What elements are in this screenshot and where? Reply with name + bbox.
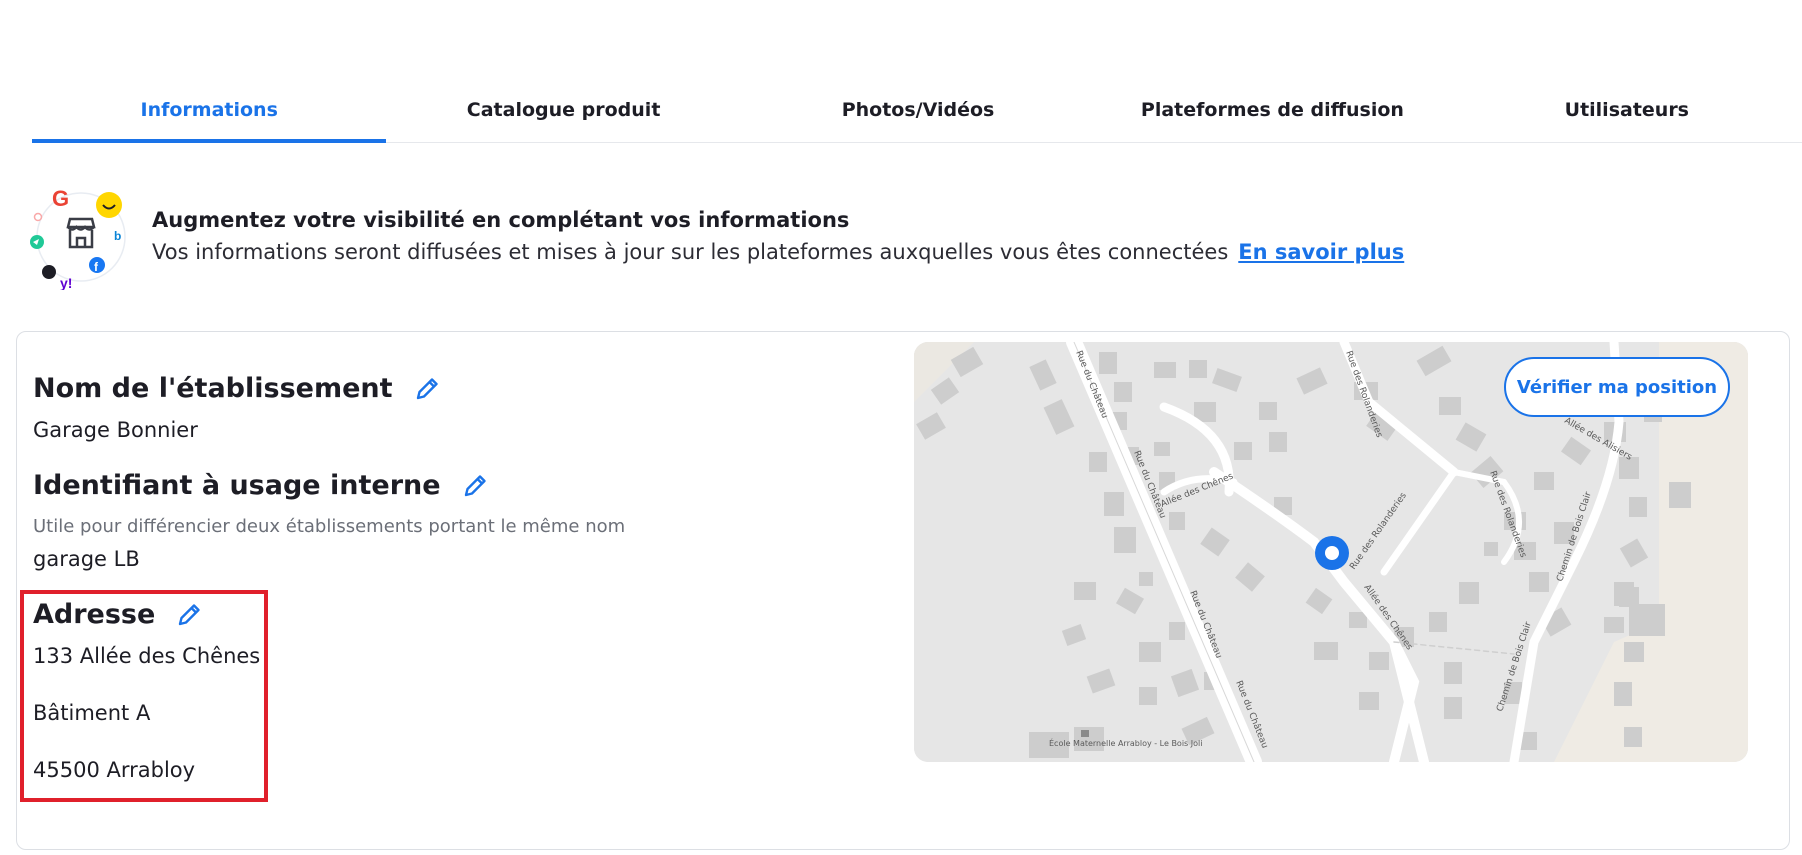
store-icon xyxy=(66,217,96,249)
banner-text: Vos informations seront diffusées et mis… xyxy=(152,240,1404,264)
name-title: Nom de l'établissement xyxy=(33,373,393,404)
tab-informations[interactable]: Informations xyxy=(32,78,387,143)
edit-pencil-icon[interactable] xyxy=(413,375,441,403)
tab-utilisateurs[interactable]: Utilisateurs xyxy=(1450,78,1802,142)
internal-id-title-row: Identifiant à usage interne xyxy=(33,470,489,501)
banner-description: Vos informations seront diffusées et mis… xyxy=(152,240,1229,264)
tab-catalogue-produit[interactable]: Catalogue produit xyxy=(386,78,740,142)
internal-id-help: Utile pour différencier deux établisseme… xyxy=(33,516,626,537)
internal-id-value: garage LB xyxy=(33,547,140,571)
visibility-banner: G y! f b Augmentez votre visibilité en c… xyxy=(30,184,1530,290)
svg-text:G: G xyxy=(52,186,69,211)
internal-id-title: Identifiant à usage interne xyxy=(33,470,441,501)
name-title-row: Nom de l'établissement xyxy=(33,373,441,404)
name-value: Garage Bonnier xyxy=(33,418,198,442)
platforms-logo-cluster: G y! f b xyxy=(30,186,126,290)
banner-title: Augmentez votre visibilité en complétant… xyxy=(152,208,850,232)
verify-position-button[interactable]: Vérifier ma position xyxy=(1504,357,1730,417)
map-label-ecole: École Maternelle Arrabloy - Le Bois Joli xyxy=(1049,737,1202,748)
edit-pencil-icon[interactable] xyxy=(461,472,489,500)
learn-more-link[interactable]: En savoir plus xyxy=(1238,240,1404,264)
tab-photos-videos[interactable]: Photos/Vidéos xyxy=(741,78,1095,142)
tab-plateformes-de-diffusion[interactable]: Plateformes de diffusion xyxy=(1095,78,1449,142)
tab-bar: Informations Catalogue produit Photos/Vi… xyxy=(32,78,1802,143)
address-highlight-box xyxy=(20,590,268,802)
svg-text:y!: y! xyxy=(60,275,72,290)
svg-text:b: b xyxy=(114,229,121,243)
school-icon xyxy=(1081,730,1089,737)
location-pin-icon xyxy=(1315,536,1349,570)
